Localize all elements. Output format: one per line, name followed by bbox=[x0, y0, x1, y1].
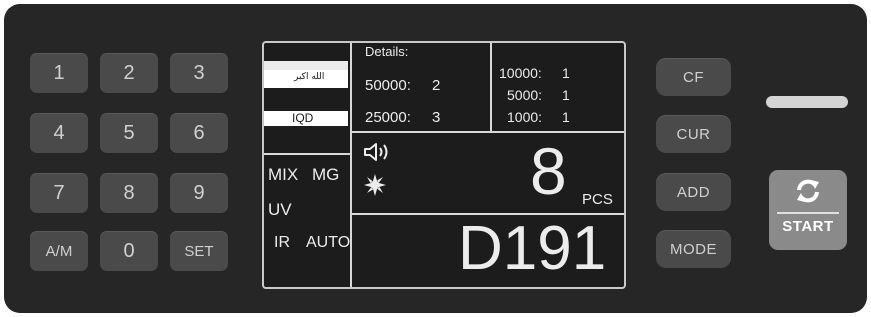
divider-vertical-left bbox=[350, 43, 352, 287]
detail-denom: 5000: bbox=[507, 87, 543, 103]
piece-count-unit: PCS bbox=[582, 191, 613, 208]
mode-auto: AUTO bbox=[306, 234, 351, 251]
key-4[interactable]: 4 bbox=[30, 113, 88, 153]
key-5[interactable]: 5 bbox=[100, 113, 158, 153]
detail-count: 1 bbox=[562, 87, 570, 103]
key-0[interactable]: 0 bbox=[100, 231, 158, 271]
lcd-display: الله اكبر IQD Details: 50000: 2 25000: 3… bbox=[262, 41, 626, 289]
speaker-icon bbox=[364, 143, 388, 161]
start-divider bbox=[777, 212, 839, 214]
key-3[interactable]: 3 bbox=[170, 53, 228, 93]
key-6[interactable]: 6 bbox=[170, 113, 228, 153]
start-button[interactable]: START bbox=[769, 170, 847, 250]
detail-denom: 50000: bbox=[365, 77, 411, 94]
key-8[interactable]: 8 bbox=[100, 173, 158, 213]
key-7[interactable]: 7 bbox=[30, 173, 88, 213]
key-set[interactable]: SET bbox=[170, 231, 228, 271]
detail-denom: 25000: bbox=[365, 109, 411, 126]
start-label: START bbox=[782, 218, 834, 235]
cf-button[interactable]: CF bbox=[656, 58, 731, 96]
currency-flag: الله اكبر bbox=[264, 61, 348, 109]
mode-mg: MG bbox=[312, 165, 340, 184]
detail-denom: 10000: bbox=[499, 65, 542, 81]
divider-vertical-middle bbox=[490, 43, 492, 131]
total-amount: D191 bbox=[458, 214, 607, 283]
mode-mix: MIX bbox=[268, 165, 299, 184]
mode-ir: IR bbox=[274, 234, 290, 251]
divider-horizontal-1 bbox=[350, 131, 624, 133]
detail-count: 1 bbox=[562, 65, 570, 81]
detail-count: 1 bbox=[562, 109, 570, 125]
currency-code: IQD bbox=[292, 111, 314, 125]
piece-count: 8 bbox=[530, 134, 567, 208]
refresh-icon bbox=[797, 179, 819, 203]
divider-horizontal-left bbox=[264, 153, 352, 155]
impeller-icon bbox=[364, 174, 386, 196]
status-indicator-light bbox=[766, 96, 848, 108]
flag-inscription: الله اكبر bbox=[294, 72, 325, 82]
mode-button[interactable]: MODE bbox=[656, 230, 731, 268]
key-1[interactable]: 1 bbox=[30, 53, 88, 93]
detail-count: 3 bbox=[432, 109, 441, 126]
details-title: Details: bbox=[365, 44, 409, 59]
mode-uv: UV bbox=[268, 200, 292, 219]
key-am[interactable]: A/M bbox=[30, 231, 88, 271]
cur-button[interactable]: CUR bbox=[656, 115, 731, 153]
key-2[interactable]: 2 bbox=[100, 53, 158, 93]
detail-denom: 1000: bbox=[507, 109, 543, 125]
add-button[interactable]: ADD bbox=[656, 173, 731, 211]
key-9[interactable]: 9 bbox=[170, 173, 228, 213]
detail-count: 2 bbox=[432, 77, 441, 94]
